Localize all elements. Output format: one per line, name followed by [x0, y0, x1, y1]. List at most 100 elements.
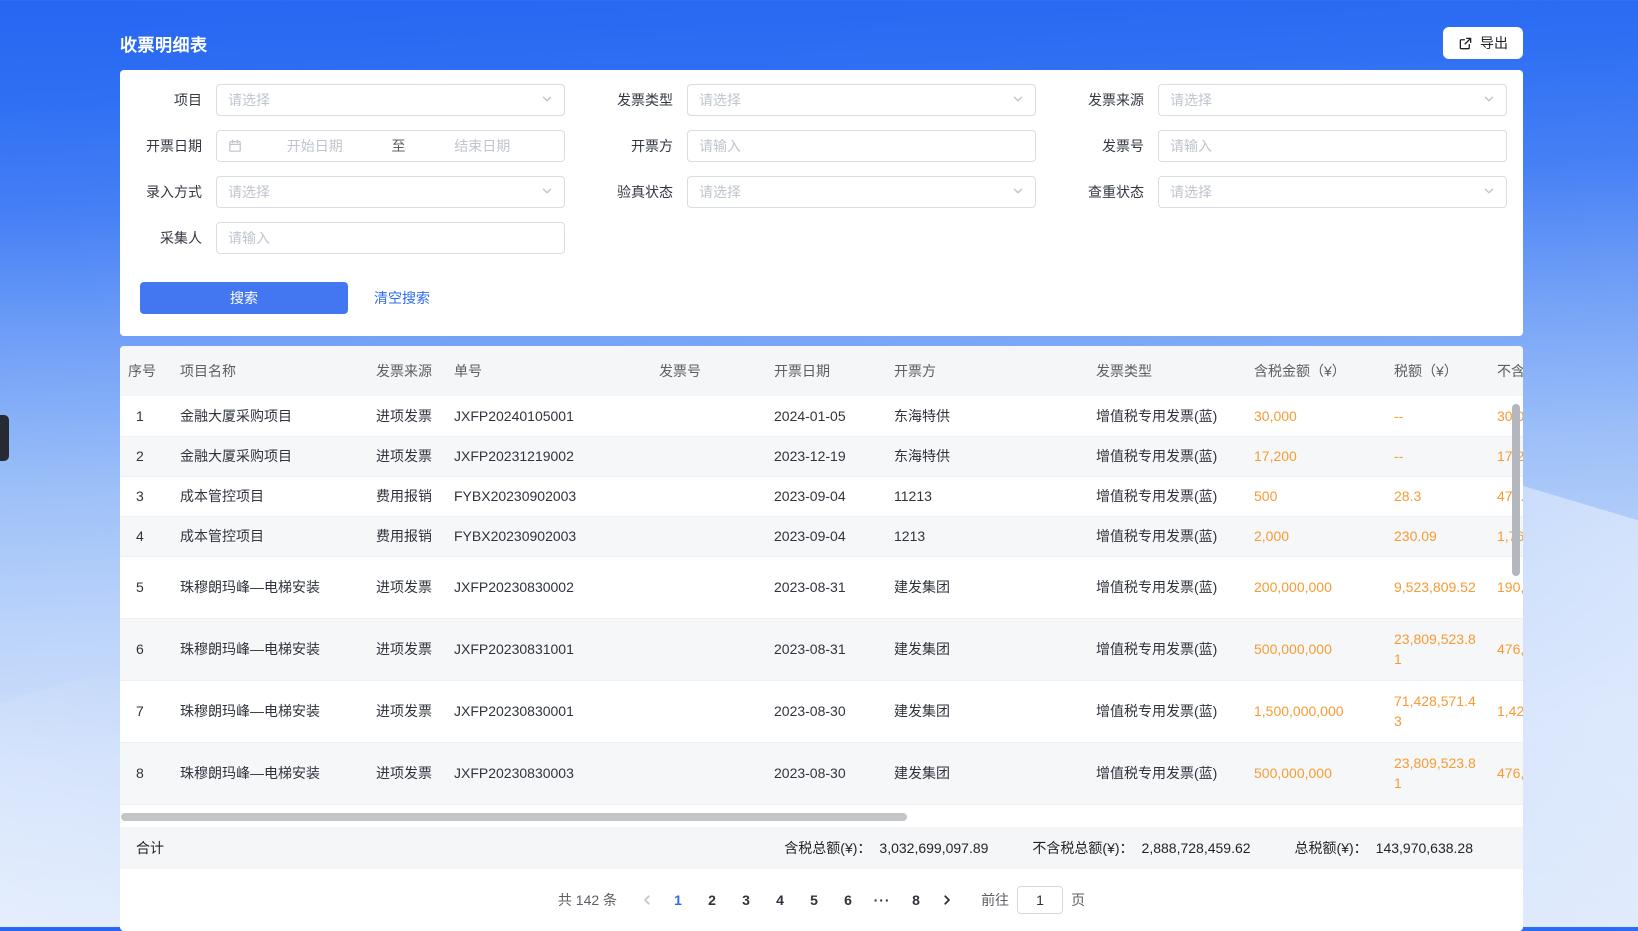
- entry-method-label: 录入方式: [120, 182, 216, 202]
- dup-status-select[interactable]: 请选择: [1158, 176, 1507, 208]
- cell-invoice-number: [651, 680, 766, 742]
- cell-project-name: 金融大厦采购项目: [172, 436, 368, 476]
- page-number[interactable]: 1: [664, 885, 692, 915]
- summary-item-value: 143,970,638.28: [1376, 840, 1473, 856]
- cell-tax: --: [1386, 396, 1489, 436]
- summary-item-value: 2,888,728,459.62: [1142, 840, 1251, 856]
- cell-index: 1: [120, 396, 172, 436]
- next-page-button[interactable]: [933, 885, 961, 915]
- cell-invoice-date: 2023-09-04: [766, 476, 886, 516]
- page-number[interactable]: 6: [834, 885, 862, 915]
- cell-tax: --: [1386, 436, 1489, 476]
- export-button[interactable]: 导出: [1443, 27, 1523, 59]
- issuer-input[interactable]: [699, 138, 1024, 154]
- cell-tax: 230.09: [1386, 516, 1489, 556]
- verify-status-placeholder: 请选择: [699, 182, 1006, 202]
- cell-amount-tax-incl: 200,000,000: [1246, 556, 1386, 618]
- chevron-left-icon: [641, 894, 653, 906]
- cell-issuer: 建发集团: [886, 556, 1088, 618]
- cell-amount-tax-excl: 1,428,571,428.57: [1489, 680, 1523, 742]
- filter-panel: 项目 请选择 发票类型 请选择 发票来源: [120, 70, 1523, 336]
- invoice-type-select[interactable]: 请选择: [687, 84, 1036, 116]
- table-row[interactable]: 4 成本管控项目 费用报销 FYBX20230902003 2023-09-04…: [120, 516, 1523, 556]
- search-button[interactable]: 搜索: [140, 282, 348, 314]
- cell-amount-tax-incl: 500: [1246, 476, 1386, 516]
- invoice-date-range-picker[interactable]: 开始日期 至 结束日期: [216, 130, 565, 162]
- table-row[interactable]: 7 珠穆朗玛峰—电梯安装 进项发票 JXFP20230830001 2023-0…: [120, 680, 1523, 742]
- cell-amount-tax-excl: 476,190,476.19: [1489, 742, 1523, 804]
- table-row[interactable]: 8 珠穆朗玛峰—电梯安装 进项发票 JXFP20230830003 2023-0…: [120, 742, 1523, 804]
- invoice-source-label: 发票来源: [1062, 90, 1158, 110]
- cell-doc-number: JXFP20230830002: [446, 556, 651, 618]
- column-header: 开票日期: [766, 346, 886, 396]
- cell-invoice-date: 2023-12-19: [766, 436, 886, 476]
- page-number[interactable]: 4: [766, 885, 794, 915]
- summary-item: 总税额(¥)： 143,970,638.28: [1295, 838, 1473, 858]
- cell-project-name: 珠穆朗玛峰—电梯安装: [172, 680, 368, 742]
- invoice-type-label: 发票类型: [591, 90, 687, 110]
- cell-project-name: 成本管控项目: [172, 516, 368, 556]
- page-number[interactable]: 2: [698, 885, 726, 915]
- column-header: 发票来源: [368, 346, 446, 396]
- table-row[interactable]: 3 成本管控项目 费用报销 FYBX20230902003 2023-09-04…: [120, 476, 1523, 516]
- column-header: 发票类型: [1088, 346, 1246, 396]
- page-number[interactable]: 3: [732, 885, 760, 915]
- project-placeholder: 请选择: [228, 90, 535, 110]
- cell-index: 7: [120, 680, 172, 742]
- field-invoice-no: 发票号: [1062, 130, 1507, 162]
- field-invoice-source: 发票来源 请选择: [1062, 84, 1507, 116]
- page-title: 收票明细表: [120, 31, 208, 56]
- table-row[interactable]: 1 金融大厦采购项目 进项发票 JXFP20240105001 2024-01-…: [120, 396, 1523, 436]
- side-drawer-handle[interactable]: [0, 415, 9, 461]
- cell-amount-tax-incl: 17,200: [1246, 436, 1386, 476]
- cell-invoice-type: 增值税专用发票(蓝): [1088, 516, 1246, 556]
- cell-doc-number: JXFP20231219002: [446, 436, 651, 476]
- page-number[interactable]: ···: [868, 885, 896, 915]
- page-number[interactable]: 8: [902, 885, 930, 915]
- cell-issuer: 建发集团: [886, 618, 1088, 680]
- summary-items: 含税总额(¥)： 3,032,699,097.89 不含税总额(¥)： 2,88…: [784, 838, 1523, 858]
- pagination-total-count: 共 142 条: [558, 890, 617, 910]
- cell-invoice-date: 2024-01-05: [766, 396, 886, 436]
- invoice-source-select[interactable]: 请选择: [1158, 84, 1507, 116]
- calendar-icon: [228, 139, 242, 153]
- chevron-down-icon: [541, 184, 553, 200]
- horizontal-scrollbar-thumb[interactable]: [121, 813, 907, 821]
- collector-input[interactable]: [228, 230, 553, 246]
- cell-doc-number: JXFP20230831001: [446, 618, 651, 680]
- goto-page-input[interactable]: [1017, 886, 1063, 914]
- verify-status-select[interactable]: 请选择: [687, 176, 1036, 208]
- entry-method-select[interactable]: 请选择: [216, 176, 565, 208]
- project-select[interactable]: 请选择: [216, 84, 565, 116]
- summary-item-label: 总税额(¥)：: [1295, 838, 1368, 858]
- table-row[interactable]: 6 珠穆朗玛峰—电梯安装 进项发票 JXFP20230831001 2023-0…: [120, 618, 1523, 680]
- cell-index: 4: [120, 516, 172, 556]
- cell-project-name: 珠穆朗玛峰—电梯安装: [172, 556, 368, 618]
- table-body: 1 金融大厦采购项目 进项发票 JXFP20240105001 2024-01-…: [120, 396, 1523, 804]
- field-entry-method: 录入方式 请选择: [120, 176, 565, 208]
- cell-doc-number: JXFP20230830001: [446, 680, 651, 742]
- table-row[interactable]: 2 金融大厦采购项目 进项发票 JXFP20231219002 2023-12-…: [120, 436, 1523, 476]
- cell-invoice-source: 进项发票: [368, 436, 446, 476]
- cell-invoice-type: 增值税专用发票(蓝): [1088, 476, 1246, 516]
- cell-invoice-number: [651, 618, 766, 680]
- goto-prefix-label: 前往: [981, 890, 1009, 910]
- cell-tax: 71,428,571.43: [1386, 680, 1489, 742]
- cell-amount-tax-excl: 476,190,476.19: [1489, 618, 1523, 680]
- goto-suffix-label: 页: [1071, 890, 1085, 910]
- invoice-no-input[interactable]: [1170, 138, 1495, 154]
- clear-search-link[interactable]: 清空搜索: [374, 288, 430, 308]
- table-row[interactable]: 5 珠穆朗玛峰—电梯安装 进项发票 JXFP20230830002 2023-0…: [120, 556, 1523, 618]
- vertical-scrollbar-thumb[interactable]: [1512, 404, 1520, 576]
- field-issuer: 开票方: [591, 130, 1036, 162]
- cell-project-name: 珠穆朗玛峰—电梯安装: [172, 742, 368, 804]
- prev-page-button[interactable]: [633, 885, 661, 915]
- chevron-down-icon: [1483, 92, 1495, 108]
- date-range-separator: 至: [386, 136, 412, 156]
- page-number[interactable]: 5: [800, 885, 828, 915]
- chevron-down-icon: [1012, 184, 1024, 200]
- cell-issuer: 东海特供: [886, 436, 1088, 476]
- issuer-input-wrap: [687, 130, 1036, 162]
- column-header: 税额（¥）: [1386, 346, 1489, 396]
- dup-status-label: 查重状态: [1062, 182, 1158, 202]
